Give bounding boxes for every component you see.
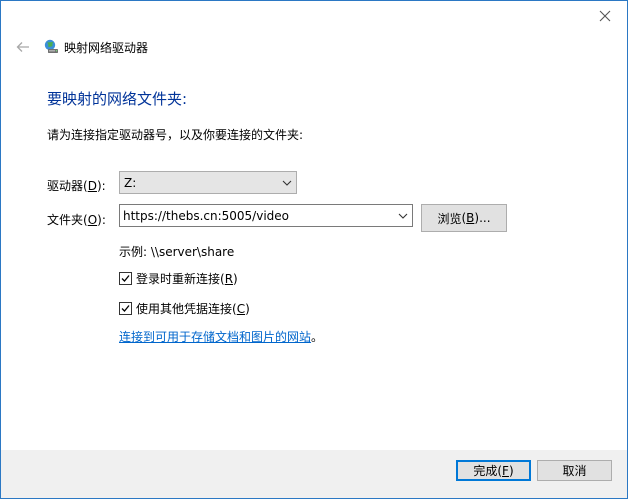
wizard-title: 映射网络驱动器 — [64, 40, 149, 55]
credentials-label: 使用其他凭据连接(C) — [136, 302, 250, 316]
connect-to-website-link[interactable]: 连接到可用于存储文档和图片的网站 — [119, 330, 311, 344]
reconnect-option[interactable]: 登录时重新连接(R) — [119, 270, 238, 287]
website-link-row: 连接到可用于存储文档和图片的网站。 — [119, 328, 323, 345]
reconnect-checkbox[interactable] — [119, 272, 132, 285]
back-button[interactable] — [13, 37, 33, 57]
folder-combobox — [119, 204, 413, 227]
wizard-header: 映射网络驱动器 — [13, 37, 148, 57]
folder-dropdown-button[interactable] — [394, 205, 412, 226]
finish-button[interactable]: 完成(F) — [456, 460, 531, 481]
close-button[interactable] — [595, 7, 615, 25]
browse-button[interactable]: 浏览(B)... — [421, 204, 507, 232]
map-network-drive-dialog: 映射网络驱动器 要映射的网络文件夹: 请为连接指定驱动器号，以及你要连接的文件夹… — [0, 0, 628, 499]
drive-letter-value: Z: — [124, 175, 137, 190]
cancel-button[interactable]: 取消 — [537, 460, 612, 481]
folder-input[interactable] — [120, 206, 394, 225]
link-suffix: 。 — [311, 330, 324, 344]
reconnect-label: 登录时重新连接(R) — [136, 272, 238, 286]
chevron-down-icon — [398, 213, 408, 219]
arrow-left-icon — [16, 42, 29, 52]
drive-label: 驱动器(D): — [47, 179, 106, 193]
example-text: 示例: \\server\share — [119, 245, 235, 259]
dialog-footer: 完成(F) 取消 — [1, 450, 627, 498]
network-drive-icon — [44, 39, 58, 53]
credentials-option[interactable]: 使用其他凭据连接(C) — [119, 300, 250, 317]
page-heading: 要映射的网络文件夹: — [47, 90, 188, 108]
chevron-down-icon — [278, 172, 296, 193]
credentials-checkbox[interactable] — [119, 302, 132, 315]
checkmark-icon — [121, 275, 130, 282]
drive-letter-select[interactable]: Z: — [119, 171, 297, 194]
instruction-text: 请为连接指定驱动器号，以及你要连接的文件夹: — [47, 128, 304, 142]
checkmark-icon — [121, 305, 130, 312]
close-icon — [599, 10, 611, 22]
folder-label: 文件夹(O): — [47, 213, 106, 227]
